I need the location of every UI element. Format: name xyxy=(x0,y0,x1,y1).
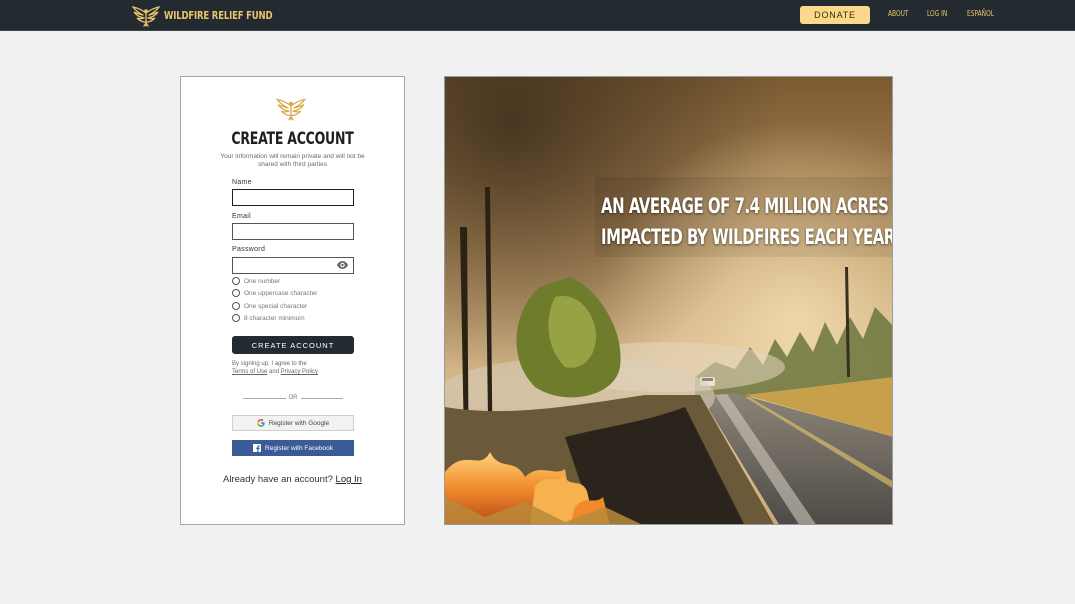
or-label: OR xyxy=(288,395,298,401)
password-requirement: One number xyxy=(232,277,280,285)
hero-line-1: AN AVERAGE OF 7.4 MILLION ACRES ARE xyxy=(601,194,893,218)
terms-prefix: By signing up, I agree to the xyxy=(232,361,307,367)
privacy-policy-link[interactable]: Privacy Policy xyxy=(281,369,318,375)
form-title: CREATE ACCOUNT xyxy=(231,129,354,149)
password-requirement: 8 character minimum xyxy=(232,314,305,322)
password-requirement: One special character xyxy=(232,302,307,310)
google-icon xyxy=(257,419,265,427)
requirement-label: One number xyxy=(244,277,281,285)
name-label: Name xyxy=(232,179,252,186)
email-field[interactable] xyxy=(232,223,354,240)
form-subtitle: Your information will remain private and… xyxy=(220,153,365,168)
create-account-card: CREATE ACCOUNT Your information will rem… xyxy=(180,76,405,525)
nav-link-login[interactable]: LOG IN xyxy=(927,9,947,18)
register-facebook-button[interactable]: Register with Facebook xyxy=(232,440,354,456)
nav-link-espanol[interactable]: ESPAÑOL xyxy=(967,9,994,18)
phoenix-logo-icon xyxy=(276,98,306,121)
nav-link-about[interactable]: ABOUT xyxy=(888,9,909,18)
hero-line-2: IMPACTED BY WILDFIRES EACH YEAR xyxy=(601,225,893,249)
password-label: Password xyxy=(232,246,266,253)
login-link[interactable]: Log In xyxy=(336,474,362,485)
requirement-label: One special character xyxy=(244,302,308,310)
phoenix-logo-icon xyxy=(132,5,160,27)
wildfire-road-photo xyxy=(445,77,892,524)
donate-button[interactable]: DONATE xyxy=(800,6,870,24)
terms-of-use-link[interactable]: Terms of Use xyxy=(232,369,267,375)
email-label: Email xyxy=(232,213,252,220)
register-google-button[interactable]: Register with Google xyxy=(232,415,354,431)
hero-statistic: AN AVERAGE OF 7.4 MILLION ACRES ARE IMPA… xyxy=(601,191,893,253)
facebook-button-label: Register with Facebook xyxy=(265,444,333,452)
requirement-status-icon xyxy=(232,289,240,297)
already-have-account-text: Already have an account? xyxy=(223,474,333,485)
requirement-status-icon xyxy=(232,314,240,322)
terms-notice: By signing up, I agree to the Terms of U… xyxy=(232,360,362,376)
requirement-label: 8 character minimum xyxy=(244,314,305,322)
login-prompt: Already have an account? Log In xyxy=(181,474,404,485)
top-navbar: WILDFIRE RELIEF FUND DONATE ABOUT LOG IN… xyxy=(0,0,1075,31)
facebook-icon xyxy=(253,444,262,452)
password-requirement: One uppercase character xyxy=(232,289,317,297)
requirement-label: One uppercase character xyxy=(244,289,318,297)
create-account-button[interactable]: CREATE ACCOUNT xyxy=(232,336,354,354)
or-divider: OR xyxy=(243,394,343,402)
requirement-status-icon xyxy=(232,277,240,285)
wildfire-hero-image: AN AVERAGE OF 7.4 MILLION ACRES ARE IMPA… xyxy=(444,76,893,525)
divider-line xyxy=(243,397,286,399)
brand-logo-link[interactable]: WILDFIRE RELIEF FUND xyxy=(132,3,290,28)
divider-line xyxy=(300,397,343,399)
google-button-label: Register with Google xyxy=(268,419,330,427)
name-field[interactable] xyxy=(232,189,354,206)
eye-icon[interactable] xyxy=(336,260,349,270)
requirement-status-icon xyxy=(232,302,240,310)
terms-and: and xyxy=(269,369,280,375)
brand-name: WILDFIRE RELIEF FUND xyxy=(164,9,273,22)
